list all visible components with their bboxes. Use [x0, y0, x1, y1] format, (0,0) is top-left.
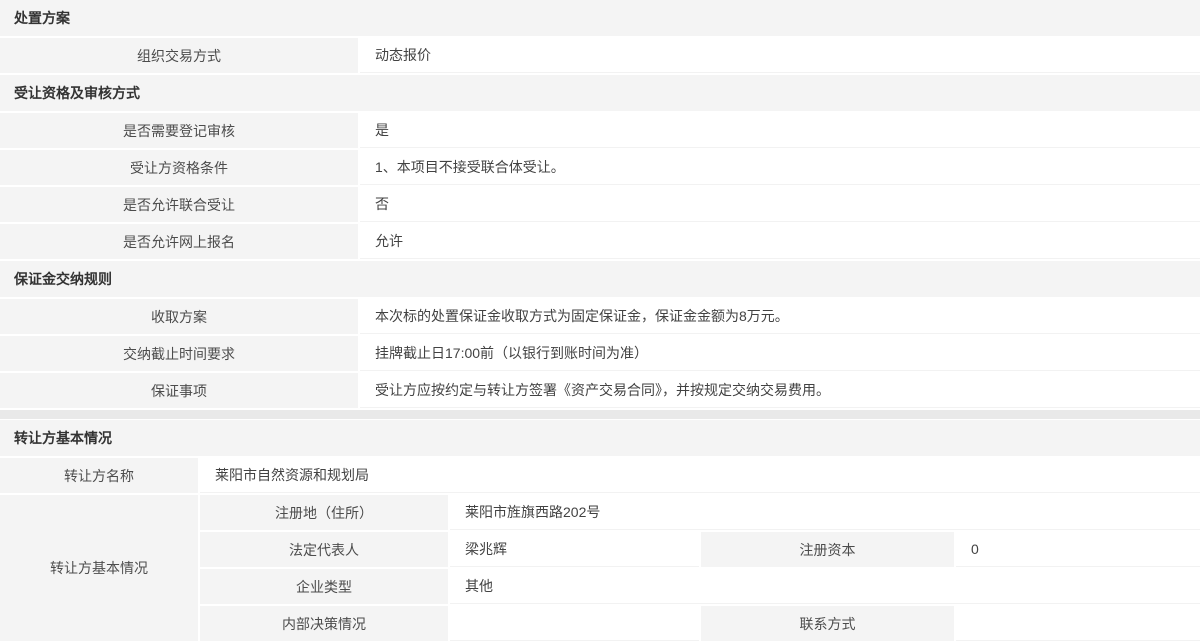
- field-row-guarantee-matters: 保证事项 受让方应按约定与转让方签署《资产交易合同》，并按规定交纳交易费用。: [0, 373, 1200, 408]
- field-row-joint-transfer: 是否允许联合受让 否: [0, 187, 1200, 222]
- field-label: 转让方名称: [0, 458, 198, 493]
- field-row-transferee-conditions: 受让方资格条件 1、本项目不接受联合体受让。: [0, 150, 1200, 185]
- transferor-detail-block: 转让方基本情况 注册地（住所） 莱阳市旌旗西路202号 法定代表人 梁兆辉 注册…: [0, 495, 1200, 641]
- field-label: 受让方资格条件: [0, 150, 358, 185]
- transferor-info-table: 转让方基本情况 转让方名称 莱阳市自然资源和规划局 转让方基本情况 注册地（住所…: [0, 420, 1200, 641]
- field-label-secondary: 注册资本: [701, 532, 954, 567]
- field-row-online-signup: 是否允许网上报名 允许: [0, 224, 1200, 259]
- section-title: 受让资格及审核方式: [14, 83, 140, 103]
- field-row-legal-rep-capital: 法定代表人 梁兆辉 注册资本 0: [200, 532, 1200, 567]
- disposal-info-table: 处置方案 组织交易方式 动态报价 受让资格及审核方式 是否需要登记审核 是 受让…: [0, 0, 1200, 408]
- field-label: 收取方案: [0, 299, 358, 334]
- field-label: 内部决策情况: [200, 606, 448, 641]
- field-label: 企业类型: [200, 569, 448, 604]
- field-value: 挂牌截止日17:00前（以银行到账时间为准）: [360, 336, 1200, 371]
- field-value: 莱阳市旌旗西路202号: [450, 495, 1200, 530]
- field-value: 允许: [360, 224, 1200, 259]
- section-title: 保证金交纳规则: [14, 269, 112, 289]
- section-header-qualification: 受让资格及审核方式: [0, 75, 1200, 111]
- field-row-enterprise-type: 企业类型 其他: [200, 569, 1200, 604]
- field-value: 本次标的处置保证金收取方式为固定保证金，保证金金额为8万元。: [360, 299, 1200, 334]
- field-label: 保证事项: [0, 373, 358, 408]
- field-value: 其他: [450, 569, 1200, 604]
- field-label: 注册地（住所）: [200, 495, 448, 530]
- field-row-decision-contact: 内部决策情况 联系方式: [200, 606, 1200, 641]
- field-row-trade-method: 组织交易方式 动态报价: [0, 38, 1200, 73]
- field-label: 交纳截止时间要求: [0, 336, 358, 371]
- field-value-secondary: [956, 606, 1200, 641]
- field-label-secondary: 联系方式: [701, 606, 954, 641]
- field-row-transferor-name: 转让方名称 莱阳市自然资源和规划局: [0, 458, 1200, 493]
- table-separator: [0, 410, 1200, 419]
- field-value: 动态报价: [360, 38, 1200, 73]
- field-row-registered-address: 注册地（住所） 莱阳市旌旗西路202号: [200, 495, 1200, 530]
- section-title: 处置方案: [14, 8, 70, 28]
- field-row-collection-plan: 收取方案 本次标的处置保证金收取方式为固定保证金，保证金金额为8万元。: [0, 299, 1200, 334]
- field-value: 1、本项目不接受联合体受让。: [360, 150, 1200, 185]
- field-row-registration-review: 是否需要登记审核 是: [0, 113, 1200, 148]
- field-row-payment-deadline: 交纳截止时间要求 挂牌截止日17:00前（以银行到账时间为准）: [0, 336, 1200, 371]
- field-value: [450, 606, 699, 641]
- field-value: 是: [360, 113, 1200, 148]
- group-label: 转让方基本情况: [0, 495, 198, 641]
- section-header-disposal-plan: 处置方案: [0, 0, 1200, 36]
- field-value: 受让方应按约定与转让方签署《资产交易合同》，并按规定交纳交易费用。: [360, 373, 1200, 408]
- detail-rows: 注册地（住所） 莱阳市旌旗西路202号 法定代表人 梁兆辉 注册资本 0 企业类…: [200, 495, 1200, 641]
- asset-disposal-detail-page: 处置方案 组织交易方式 动态报价 受让资格及审核方式 是否需要登记审核 是 受让…: [0, 0, 1200, 641]
- field-value-secondary: 0: [956, 532, 1200, 567]
- field-label: 是否允许网上报名: [0, 224, 358, 259]
- section-header-transferor: 转让方基本情况: [0, 420, 1200, 456]
- section-header-deposit-rules: 保证金交纳规则: [0, 261, 1200, 297]
- field-label: 是否允许联合受让: [0, 187, 358, 222]
- field-label: 是否需要登记审核: [0, 113, 358, 148]
- field-value: 梁兆辉: [450, 532, 699, 567]
- field-label: 法定代表人: [200, 532, 448, 567]
- section-title: 转让方基本情况: [14, 428, 112, 448]
- field-value: 否: [360, 187, 1200, 222]
- field-value: 莱阳市自然资源和规划局: [200, 458, 1200, 493]
- field-label: 组织交易方式: [0, 38, 358, 73]
